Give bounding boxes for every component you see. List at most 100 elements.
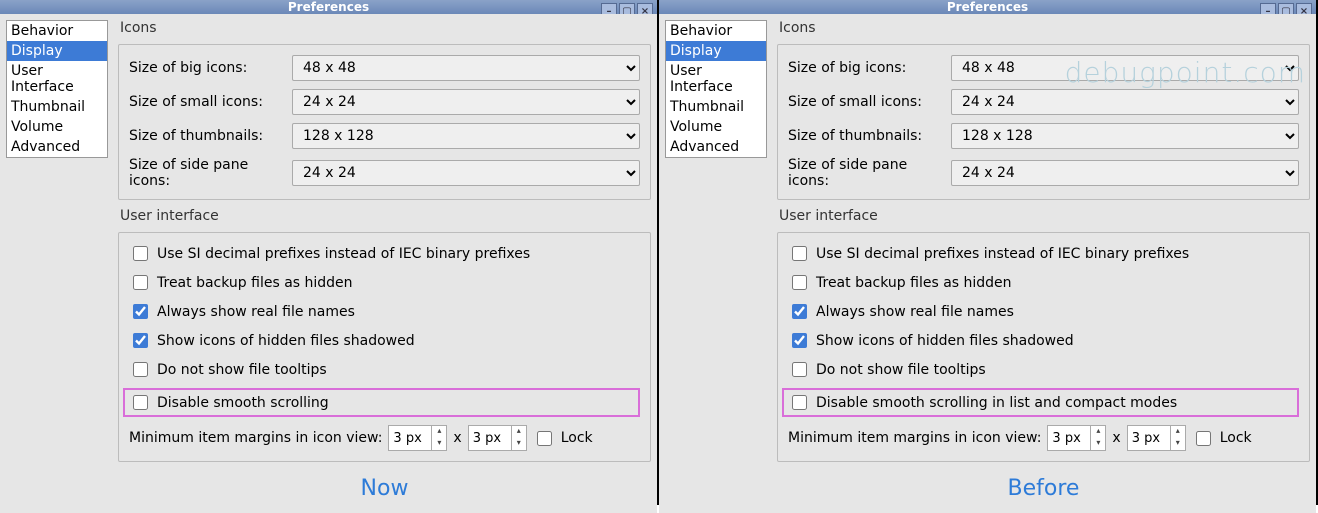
si-prefix-checkbox[interactable]: [792, 246, 807, 261]
ui-group: Use SI decimal prefixes instead of IEC b…: [777, 232, 1310, 462]
margin-x-spinner[interactable]: ▴▾: [388, 425, 447, 451]
si-prefix-label: Use SI decimal prefixes instead of IEC b…: [816, 246, 1189, 262]
shadowed-label: Show icons of hidden files shadowed: [157, 333, 415, 349]
icons-section-label: Icons: [777, 20, 1310, 36]
sidebar-item-thumbnail[interactable]: Thumbnail: [666, 97, 766, 117]
spin-up-icon[interactable]: ▴: [1171, 426, 1185, 438]
side-pane-label: Size of side pane icons:: [788, 157, 943, 189]
sidebar-item-user-interface[interactable]: User Interface: [666, 61, 766, 97]
x-separator: x: [453, 430, 461, 446]
margin-y-input[interactable]: [1128, 431, 1170, 446]
side-pane-select[interactable]: 24 x 24: [951, 160, 1299, 186]
caption-before: Before: [777, 470, 1310, 507]
thumbs-label: Size of thumbnails:: [129, 128, 284, 144]
content: Icons Size of big icons: 48 x 48 Size of…: [118, 20, 651, 507]
smooth-scroll-checkbox[interactable]: [133, 395, 148, 410]
spin-down-icon[interactable]: ▾: [432, 438, 446, 450]
sidebar-item-advanced[interactable]: Advanced: [7, 137, 107, 157]
window-title: Preferences: [288, 0, 369, 14]
real-names-checkbox[interactable]: [133, 304, 148, 319]
side-pane-select[interactable]: 24 x 24: [292, 160, 640, 186]
content: Icons Size of big icons: 48 x 48 Size of…: [777, 20, 1310, 507]
no-tooltips-label: Do not show file tooltips: [816, 362, 986, 378]
lock-checkbox[interactable]: [1196, 431, 1211, 446]
si-prefix-label: Use SI decimal prefixes instead of IEC b…: [157, 246, 530, 262]
smooth-scroll-highlight: Disable smooth scrolling: [123, 388, 640, 417]
real-names-checkbox[interactable]: [792, 304, 807, 319]
backup-hidden-label: Treat backup files as hidden: [816, 275, 1012, 291]
smooth-scroll-label: Disable smooth scrolling in list and com…: [816, 395, 1177, 411]
big-icons-select[interactable]: 48 x 48: [292, 55, 640, 81]
sidebar-item-volume[interactable]: Volume: [666, 117, 766, 137]
margin-x-input[interactable]: [389, 431, 431, 446]
big-icons-label: Size of big icons:: [788, 60, 943, 76]
ui-section-label: User interface: [777, 208, 1310, 224]
backup-hidden-label: Treat backup files as hidden: [157, 275, 353, 291]
real-names-label: Always show real file names: [816, 304, 1014, 320]
ui-section-label: User interface: [118, 208, 651, 224]
sidebar-item-behavior[interactable]: Behavior: [7, 21, 107, 41]
caption-now: Now: [118, 470, 651, 507]
sidebar-item-user-interface[interactable]: User Interface: [7, 61, 107, 97]
sidebar-item-behavior[interactable]: Behavior: [666, 21, 766, 41]
thumbs-label: Size of thumbnails:: [788, 128, 943, 144]
margin-y-spinner[interactable]: ▴▾: [468, 425, 527, 451]
ui-group: Use SI decimal prefixes instead of IEC b…: [118, 232, 651, 462]
sidebar-item-advanced[interactable]: Advanced: [666, 137, 766, 157]
icons-section-label: Icons: [118, 20, 651, 36]
spin-down-icon[interactable]: ▾: [1171, 438, 1185, 450]
spin-down-icon[interactable]: ▾: [1091, 438, 1105, 450]
lock-label: Lock: [1220, 430, 1252, 446]
shadowed-checkbox[interactable]: [792, 333, 807, 348]
smooth-scroll-label: Disable smooth scrolling: [157, 395, 329, 411]
margins-label: Minimum item margins in icon view:: [129, 430, 382, 446]
lock-checkbox[interactable]: [537, 431, 552, 446]
big-icons-label: Size of big icons:: [129, 60, 284, 76]
smooth-scroll-highlight: Disable smooth scrolling in list and com…: [782, 388, 1299, 417]
pane-before: Preferences – ▢ × debugpoint.com Behavio…: [659, 0, 1318, 505]
spin-up-icon[interactable]: ▴: [512, 426, 526, 438]
window-body: Behavior Display User Interface Thumbnai…: [0, 14, 657, 513]
sidebar-item-display[interactable]: Display: [7, 41, 107, 61]
sidebar-item-volume[interactable]: Volume: [7, 117, 107, 137]
margins-label: Minimum item margins in icon view:: [788, 430, 1041, 446]
titlebar: Preferences – ▢ ×: [659, 0, 1316, 14]
sidebar: Behavior Display User Interface Thumbnai…: [6, 20, 108, 158]
sidebar-item-display[interactable]: Display: [666, 41, 766, 61]
backup-hidden-checkbox[interactable]: [133, 275, 148, 290]
no-tooltips-checkbox[interactable]: [133, 362, 148, 377]
spin-up-icon[interactable]: ▴: [1091, 426, 1105, 438]
small-icons-select[interactable]: 24 x 24: [951, 89, 1299, 115]
no-tooltips-checkbox[interactable]: [792, 362, 807, 377]
icons-group: Size of big icons: 48 x 48 Size of small…: [777, 44, 1310, 200]
big-icons-select[interactable]: 48 x 48: [951, 55, 1299, 81]
x-separator: x: [1112, 430, 1120, 446]
sidebar-item-thumbnail[interactable]: Thumbnail: [7, 97, 107, 117]
thumbs-select[interactable]: 128 x 128: [951, 123, 1299, 149]
smooth-scroll-checkbox[interactable]: [792, 395, 807, 410]
sidebar: Behavior Display User Interface Thumbnai…: [665, 20, 767, 158]
icons-group: Size of big icons: 48 x 48 Size of small…: [118, 44, 651, 200]
lock-label: Lock: [561, 430, 593, 446]
side-pane-label: Size of side pane icons:: [129, 157, 284, 189]
no-tooltips-label: Do not show file tooltips: [157, 362, 327, 378]
small-icons-label: Size of small icons:: [129, 94, 284, 110]
margin-x-input[interactable]: [1048, 431, 1090, 446]
shadowed-checkbox[interactable]: [133, 333, 148, 348]
backup-hidden-checkbox[interactable]: [792, 275, 807, 290]
spin-up-icon[interactable]: ▴: [432, 426, 446, 438]
shadowed-label: Show icons of hidden files shadowed: [816, 333, 1074, 349]
real-names-label: Always show real file names: [157, 304, 355, 320]
titlebar: Preferences – ▢ ×: [0, 0, 657, 14]
margin-x-spinner[interactable]: ▴▾: [1047, 425, 1106, 451]
margin-y-input[interactable]: [469, 431, 511, 446]
spin-down-icon[interactable]: ▾: [512, 438, 526, 450]
thumbs-select[interactable]: 128 x 128: [292, 123, 640, 149]
window-body: debugpoint.com Behavior Display User Int…: [659, 14, 1316, 513]
margin-y-spinner[interactable]: ▴▾: [1127, 425, 1186, 451]
small-icons-select[interactable]: 24 x 24: [292, 89, 640, 115]
window-title: Preferences: [947, 0, 1028, 14]
pane-now: Preferences – ▢ × Behavior Display User …: [0, 0, 659, 505]
small-icons-label: Size of small icons:: [788, 94, 943, 110]
si-prefix-checkbox[interactable]: [133, 246, 148, 261]
